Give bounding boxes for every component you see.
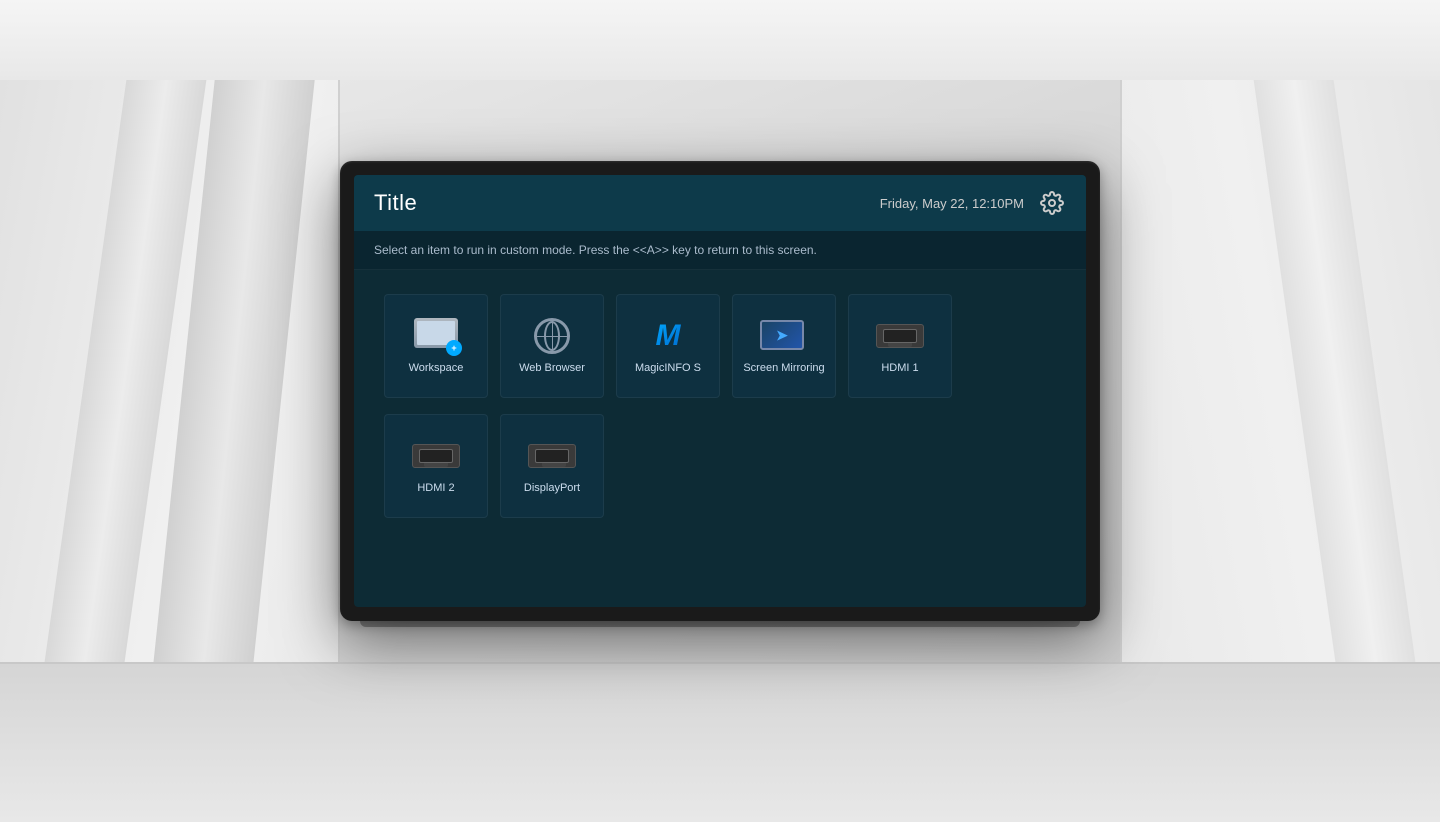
instruction-text: Select an item to run in custom mode. Pr… bbox=[374, 243, 817, 257]
web-browser-label: Web Browser bbox=[519, 362, 585, 374]
workspace-label: Workspace bbox=[409, 362, 464, 374]
app-tile-hdmi-1[interactable]: HDMI 1 bbox=[848, 294, 952, 398]
settings-icon[interactable] bbox=[1038, 189, 1066, 217]
app-row-2: HDMI 2 DisplayPort bbox=[384, 414, 1056, 518]
displayport-label: DisplayPort bbox=[524, 482, 580, 494]
tv-wrapper: Title Friday, May 22, 12:10PM Select an … bbox=[340, 161, 1100, 621]
hdmi-1-icon bbox=[876, 318, 924, 354]
app-tile-web-browser[interactable]: Web Browser bbox=[500, 294, 604, 398]
app-tile-screen-mirroring[interactable]: ➤ Screen Mirroring bbox=[732, 294, 836, 398]
workspace-icon: + bbox=[412, 318, 460, 354]
ceiling bbox=[0, 0, 1440, 80]
screen-mirroring-label: Screen Mirroring bbox=[743, 362, 824, 374]
app-tile-magicinfo[interactable]: M MagicINFO S bbox=[616, 294, 720, 398]
screen-header: Title Friday, May 22, 12:10PM bbox=[354, 175, 1086, 231]
floor bbox=[0, 662, 1440, 822]
datetime-display: Friday, May 22, 12:10PM bbox=[880, 196, 1024, 211]
app-row-1: + Workspace Web Browser bbox=[384, 294, 1056, 398]
tv-screen: Title Friday, May 22, 12:10PM Select an … bbox=[354, 175, 1086, 607]
web-browser-icon bbox=[528, 318, 576, 354]
tv-frame: Title Friday, May 22, 12:10PM Select an … bbox=[340, 161, 1100, 621]
displayport-icon bbox=[528, 438, 576, 474]
hdmi-2-icon bbox=[412, 438, 460, 474]
app-tile-hdmi-2[interactable]: HDMI 2 bbox=[384, 414, 488, 518]
screen-mirroring-icon: ➤ bbox=[760, 318, 808, 354]
header-right: Friday, May 22, 12:10PM bbox=[880, 189, 1066, 217]
app-tile-displayport[interactable]: DisplayPort bbox=[500, 414, 604, 518]
screen-title: Title bbox=[374, 190, 417, 216]
hdmi-1-label: HDMI 1 bbox=[881, 362, 918, 374]
instruction-bar: Select an item to run in custom mode. Pr… bbox=[354, 231, 1086, 270]
apps-grid: + Workspace Web Browser bbox=[354, 270, 1086, 607]
hdmi-2-label: HDMI 2 bbox=[417, 482, 454, 494]
magicinfo-label: MagicINFO S bbox=[635, 362, 701, 374]
app-tile-workspace[interactable]: + Workspace bbox=[384, 294, 488, 398]
magicinfo-icon: M bbox=[644, 318, 692, 354]
